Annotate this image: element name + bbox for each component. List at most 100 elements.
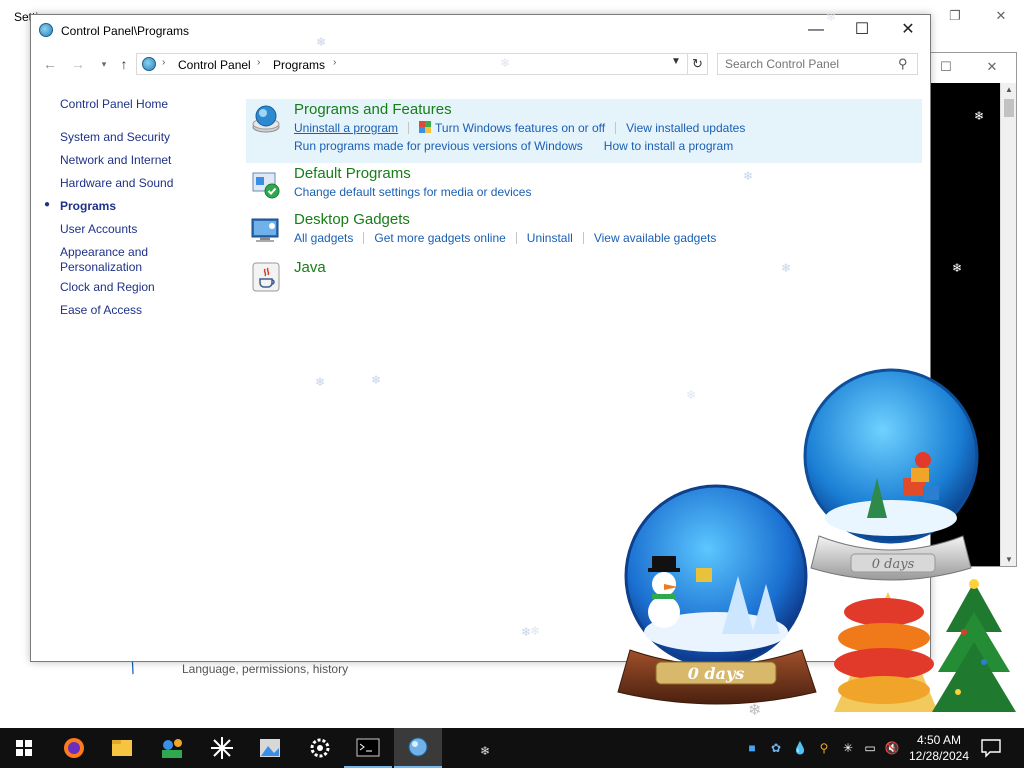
restore-icon[interactable]: ❐ bbox=[944, 8, 966, 24]
link-separator bbox=[615, 122, 617, 134]
breadcrumb-programs[interactable]: Programs bbox=[273, 58, 325, 72]
search-input[interactable] bbox=[718, 54, 894, 74]
view-available-gadgets-link[interactable]: View available gadgets bbox=[594, 231, 717, 245]
scroll-up-icon[interactable]: ▲ bbox=[1003, 85, 1015, 94]
address-bar[interactable]: › Control Panel › Programs › ▼ bbox=[136, 53, 688, 75]
network-icon[interactable]: ▭ bbox=[862, 740, 878, 756]
programs-features-icon[interactable] bbox=[250, 103, 282, 135]
sidebar-item-clock-and-region[interactable]: Clock and Region bbox=[60, 280, 220, 295]
sidebar-item-network-and-internet[interactable]: Network and Internet bbox=[60, 153, 220, 168]
close-icon[interactable]: ✕ bbox=[990, 8, 1012, 24]
category-title-desktop-gadgets[interactable]: Desktop Gadgets bbox=[294, 211, 410, 228]
control-panel-icon bbox=[39, 23, 53, 37]
programs-features-links-row-1: Uninstall a program Turn Windows features… bbox=[294, 121, 745, 135]
snow-globe-widget-left[interactable]: 0 days bbox=[612, 484, 822, 709]
taskbar-app[interactable] bbox=[148, 728, 196, 768]
snowflake-icon: ❄ bbox=[530, 624, 541, 638]
snow-globe-widget-right[interactable]: 0 days bbox=[795, 368, 991, 588]
breadcrumb-chevron-icon[interactable]: › bbox=[333, 57, 336, 68]
search-icon[interactable]: ⚲ bbox=[898, 56, 908, 72]
category-title-programs-and-features[interactable]: Programs and Features bbox=[294, 101, 452, 118]
refresh-icon[interactable]: ↻ bbox=[688, 53, 708, 75]
tray-network-app-icon[interactable]: ✿ bbox=[768, 740, 784, 756]
java-icon[interactable] bbox=[250, 261, 282, 293]
get-more-gadgets-link[interactable]: Get more gadgets online bbox=[374, 231, 505, 245]
sidebar-item-appearance-and-personalization[interactable]: Appearance and Personalization bbox=[60, 245, 160, 275]
sidebar-item-hardware-and-sound[interactable]: Hardware and Sound bbox=[60, 176, 220, 191]
breadcrumb-chevron-icon[interactable]: › bbox=[257, 57, 260, 68]
maximize-button[interactable]: ☐ bbox=[839, 15, 885, 45]
tray-search-icon[interactable]: ⚲ bbox=[816, 740, 832, 756]
sidebar-item-programs[interactable]: Programs bbox=[60, 199, 220, 214]
uninstall-gadget-link[interactable]: Uninstall bbox=[527, 231, 573, 245]
close-icon[interactable]: ✕ bbox=[982, 59, 1002, 75]
snowflake-icon: ❄ bbox=[781, 261, 792, 275]
snowflake-icon: ❄ bbox=[500, 56, 511, 70]
tray-app-icon[interactable]: ■ bbox=[744, 740, 760, 756]
tray-snow-icon[interactable]: ✳ bbox=[840, 740, 856, 756]
vertical-scrollbar[interactable]: ▲ ▼ bbox=[1000, 83, 1016, 566]
photos-icon bbox=[260, 739, 280, 757]
scroll-down-icon[interactable]: ▼ bbox=[1003, 555, 1015, 564]
scroll-thumb[interactable] bbox=[1004, 99, 1014, 117]
snow-app-icon bbox=[211, 737, 233, 759]
clock-time[interactable]: 4:50 AM bbox=[913, 733, 965, 747]
sidebar-item-ease-of-access[interactable]: Ease of Access bbox=[60, 303, 220, 318]
title-bar[interactable]: Control Panel\Programs — ☐ ✕ bbox=[31, 15, 930, 47]
default-programs-icon[interactable] bbox=[250, 169, 282, 201]
firefox-icon bbox=[64, 738, 84, 758]
snowflake-icon: ❄ bbox=[371, 373, 382, 387]
start-icon bbox=[16, 740, 32, 756]
windows-shield-icon bbox=[419, 121, 432, 133]
change-default-settings-link[interactable]: Change default settings for media or dev… bbox=[294, 185, 531, 199]
taskbar-snow-app[interactable] bbox=[198, 728, 246, 768]
gadgets-icon[interactable] bbox=[250, 215, 282, 247]
file-explorer-icon bbox=[112, 740, 132, 756]
category-desktop-gadgets: Desktop Gadgets All gadgets Get more gadg… bbox=[246, 211, 922, 255]
snowflake-icon: ❄ bbox=[743, 169, 754, 183]
close-button[interactable]: ✕ bbox=[885, 15, 931, 45]
category-title-java[interactable]: Java bbox=[294, 259, 326, 276]
sidebar-item-system-and-security[interactable]: System and Security bbox=[60, 130, 220, 145]
taskbar-terminal[interactable] bbox=[344, 728, 392, 768]
snowflake-icon: ❄ bbox=[974, 109, 985, 123]
taskbar-settings[interactable] bbox=[296, 728, 344, 768]
start-button[interactable] bbox=[0, 728, 48, 768]
snowflake-icon: ❄ bbox=[686, 388, 697, 402]
breadcrumb-control-panel[interactable]: Control Panel bbox=[178, 58, 251, 72]
forward-arrow-icon[interactable]: → bbox=[69, 55, 87, 73]
settings-icon bbox=[310, 738, 330, 758]
snowflake-icon: ❄ bbox=[748, 702, 762, 719]
address-dropdown-icon[interactable]: ▼ bbox=[671, 56, 681, 67]
volume-muted-icon[interactable]: 🔇 bbox=[884, 740, 900, 756]
notification-center-icon[interactable] bbox=[980, 738, 1002, 758]
view-installed-updates-link[interactable]: View installed updates bbox=[626, 121, 745, 135]
app-icon bbox=[162, 739, 182, 758]
taskbar-firefox[interactable] bbox=[50, 728, 98, 768]
taskbar-control-panel[interactable] bbox=[394, 728, 442, 768]
recent-locations-chevron-icon[interactable]: ▾ bbox=[95, 55, 113, 73]
sidebar-item-user-accounts[interactable]: User Accounts bbox=[60, 222, 220, 237]
tray-drop-icon[interactable]: 💧 bbox=[792, 740, 808, 756]
clock-date[interactable]: 12/28/2024 bbox=[907, 749, 971, 763]
sidebar-item-control-panel-home[interactable]: Control Panel Home bbox=[60, 97, 220, 112]
taskbar-photos[interactable] bbox=[246, 728, 294, 768]
all-gadgets-link[interactable]: All gadgets bbox=[294, 231, 353, 245]
how-to-install-program-link[interactable]: How to install a program bbox=[604, 139, 733, 153]
link-separator bbox=[515, 232, 517, 244]
category-title-default-programs[interactable]: Default Programs bbox=[294, 165, 411, 182]
run-older-programs-link[interactable]: Run programs made for previous versions … bbox=[294, 139, 583, 153]
up-arrow-icon[interactable]: ↑ bbox=[115, 55, 133, 73]
search-box[interactable]: ⚲ bbox=[717, 53, 918, 75]
taskbar-file-explorer[interactable] bbox=[98, 728, 146, 768]
breadcrumb-chevron-icon[interactable]: › bbox=[162, 57, 165, 68]
taskbar: ❄ ■ ✿ 💧 ⚲ ✳ ▭ 🔇 4:50 AM 12/28/2024 bbox=[0, 728, 1024, 768]
maximize-icon[interactable]: ☐ bbox=[936, 59, 956, 75]
terminal-icon bbox=[356, 738, 380, 757]
uninstall-program-link[interactable]: Uninstall a program bbox=[294, 121, 398, 135]
navigation-row: ← → ▾ ↑ › Control Panel › Programs › ▼ ↻… bbox=[31, 51, 930, 79]
link-separator bbox=[363, 232, 365, 244]
media-window-titlebar: ☐ ✕ bbox=[930, 53, 1016, 83]
turn-windows-features-link[interactable]: Turn Windows features on or off bbox=[435, 121, 605, 135]
back-arrow-icon[interactable]: ← bbox=[41, 55, 59, 73]
